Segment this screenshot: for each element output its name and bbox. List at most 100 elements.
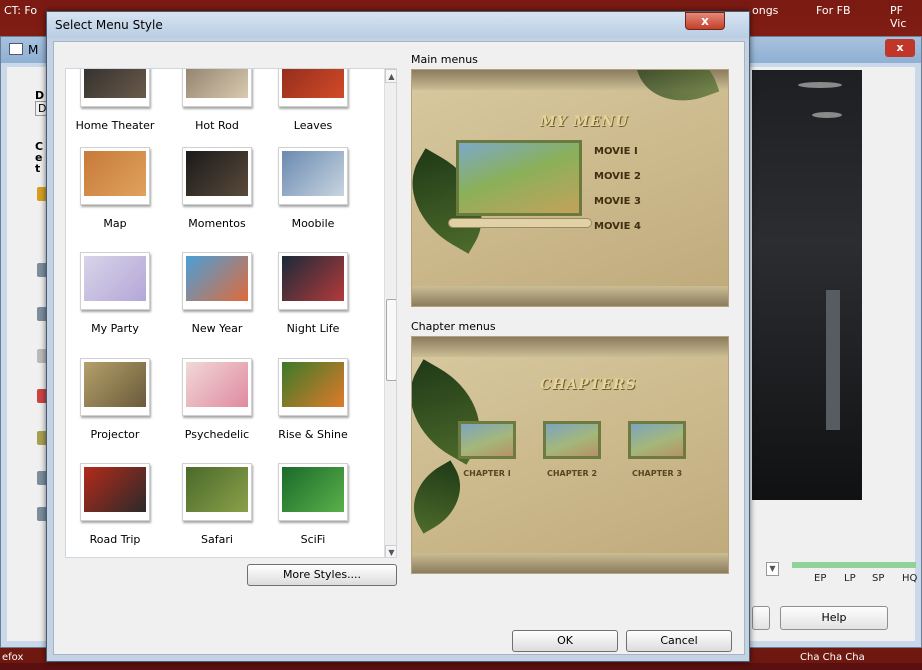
style-label: Momentos bbox=[188, 217, 246, 230]
taskbar-item[interactable]: For FB bbox=[816, 0, 851, 22]
quality-label-hq: HQ bbox=[902, 573, 918, 584]
style-tile[interactable]: New Year bbox=[168, 252, 266, 335]
leaf-decoration bbox=[634, 70, 720, 116]
chapter-menus-label: Chapter menus bbox=[411, 320, 496, 333]
style-tile[interactable]: Safari bbox=[168, 463, 266, 546]
menu-style-list[interactable]: Home Theater Hot Rod Leaves Map Momentos Moob… bbox=[65, 68, 397, 558]
style-thumbnail bbox=[80, 147, 150, 205]
dialog-close-button[interactable]: x bbox=[685, 12, 725, 30]
style-label: Night Life bbox=[286, 322, 340, 335]
quality-dropdown-arrow[interactable]: ▼ bbox=[766, 562, 779, 576]
quality-label-sp: SP bbox=[872, 573, 885, 584]
style-label: Projector bbox=[90, 428, 140, 441]
style-tile[interactable]: Psychedelic bbox=[168, 358, 266, 441]
style-thumbnail bbox=[182, 358, 252, 416]
preview-photo bbox=[456, 140, 582, 216]
cancel-button[interactable]: Cancel bbox=[626, 630, 732, 652]
ok-button[interactable]: OK bbox=[512, 630, 618, 652]
style-label: Home Theater bbox=[75, 119, 155, 132]
chapter-label: CHAPTER I bbox=[463, 469, 511, 478]
torn-edge bbox=[412, 337, 728, 357]
style-label: Leaves bbox=[293, 119, 333, 132]
preview-menu-item: MOVIE 2 bbox=[594, 171, 641, 182]
style-label: Hot Rod bbox=[195, 119, 239, 132]
style-label: Moobile bbox=[291, 217, 335, 230]
torn-edge bbox=[412, 286, 728, 306]
dialog-client-area: Home Theater Hot Rod Leaves Map Momentos Moob… bbox=[53, 41, 745, 655]
bg-label-fragment: t bbox=[35, 162, 41, 175]
ceiling-light bbox=[812, 112, 842, 118]
style-tile[interactable]: Home Theater bbox=[66, 69, 164, 132]
style-thumbnail bbox=[80, 69, 150, 107]
ceiling-light bbox=[798, 82, 842, 88]
quality-meter bbox=[792, 562, 916, 568]
style-label: My Party bbox=[91, 322, 139, 335]
style-tile[interactable]: SciFi bbox=[264, 463, 362, 546]
style-thumbnail bbox=[278, 69, 348, 107]
torn-edge bbox=[412, 553, 728, 573]
style-label: SciFi bbox=[300, 533, 326, 546]
taskbar-item[interactable]: efox bbox=[2, 648, 23, 670]
scroll-up-icon[interactable]: ▲ bbox=[385, 69, 396, 83]
preview-chapters-title: CHAPTERS bbox=[540, 377, 637, 393]
style-tile[interactable]: Projector bbox=[66, 358, 164, 441]
style-label: New Year bbox=[191, 322, 243, 335]
chapter-thumbnail bbox=[543, 421, 601, 459]
style-thumbnail bbox=[182, 69, 252, 107]
style-tile[interactable]: My Party bbox=[66, 252, 164, 335]
background-button[interactable] bbox=[752, 606, 770, 630]
taskbar-item[interactable]: ongs bbox=[752, 0, 778, 22]
main-menu-preview: MY MENU MOVIE I MOVIE 2 MOVIE 3 MOVIE 4 bbox=[411, 69, 729, 307]
style-tile[interactable]: Night Life bbox=[264, 252, 362, 335]
style-thumbnail bbox=[182, 463, 252, 521]
style-tile[interactable]: Hot Rod bbox=[168, 69, 266, 132]
style-tile[interactable]: Map bbox=[66, 147, 164, 230]
style-tile[interactable]: Road Trip bbox=[66, 463, 164, 546]
style-tile[interactable]: Leaves bbox=[264, 69, 362, 132]
chapter-label: CHAPTER 3 bbox=[631, 469, 683, 478]
background-close-button[interactable]: x bbox=[885, 39, 915, 57]
style-thumbnail bbox=[278, 358, 348, 416]
scroll-rod bbox=[448, 218, 592, 228]
preview-menu-title: MY MENU bbox=[540, 114, 629, 130]
scrollbar-thumb[interactable] bbox=[386, 299, 396, 381]
video-preview bbox=[752, 70, 862, 500]
chapter-thumbnail bbox=[628, 421, 686, 459]
background-window-title: M bbox=[28, 43, 39, 57]
style-thumbnail bbox=[278, 252, 348, 310]
style-tile[interactable]: Moobile bbox=[264, 147, 362, 230]
taskbar-item[interactable]: PF Vic bbox=[890, 0, 922, 30]
quality-label-ep: EP bbox=[814, 573, 827, 584]
style-label: Psychedelic bbox=[184, 428, 250, 441]
style-label: Map bbox=[103, 217, 127, 230]
style-thumbnail bbox=[80, 252, 150, 310]
taskbar-item[interactable]: Cha Cha Cha bbox=[800, 648, 865, 670]
help-button[interactable]: Help bbox=[780, 606, 888, 630]
preview-menu-item: MOVIE I bbox=[594, 146, 638, 157]
chapter-thumbnail bbox=[458, 421, 516, 459]
style-list-scrollbar[interactable]: ▲ ▼ bbox=[384, 69, 396, 557]
select-menu-style-dialog: Select Menu Style x Home Theater Hot Rod L… bbox=[46, 11, 750, 662]
preview-menu-item: MOVIE 3 bbox=[594, 196, 641, 207]
style-thumbnail bbox=[182, 252, 252, 310]
preview-menu-item: MOVIE 4 bbox=[594, 221, 641, 232]
more-styles-button[interactable]: More Styles.... bbox=[247, 564, 397, 586]
scroll-down-icon[interactable]: ▼ bbox=[385, 545, 396, 557]
style-thumbnail bbox=[80, 358, 150, 416]
scene-pillar bbox=[826, 290, 840, 430]
style-tile[interactable]: Rise & Shine bbox=[264, 358, 362, 441]
style-tile[interactable]: Momentos bbox=[168, 147, 266, 230]
style-thumbnail bbox=[278, 147, 348, 205]
dialog-title: Select Menu Style bbox=[47, 12, 749, 38]
style-label: Rise & Shine bbox=[278, 428, 348, 441]
style-thumbnail bbox=[182, 147, 252, 205]
style-label: Road Trip bbox=[89, 533, 141, 546]
background-bottom-controls: ▼ EP LP SP HQ Help bbox=[752, 520, 922, 630]
taskbar-item[interactable]: CT: Fo bbox=[4, 0, 37, 22]
style-label: Safari bbox=[201, 533, 233, 546]
style-thumbnail bbox=[278, 463, 348, 521]
app-icon bbox=[9, 43, 23, 55]
chapter-menu-preview: CHAPTERS CHAPTER I CHAPTER 2 CHAPTER 3 bbox=[411, 336, 729, 574]
quality-label-lp: LP bbox=[844, 573, 856, 584]
chapter-label: CHAPTER 2 bbox=[546, 469, 598, 478]
